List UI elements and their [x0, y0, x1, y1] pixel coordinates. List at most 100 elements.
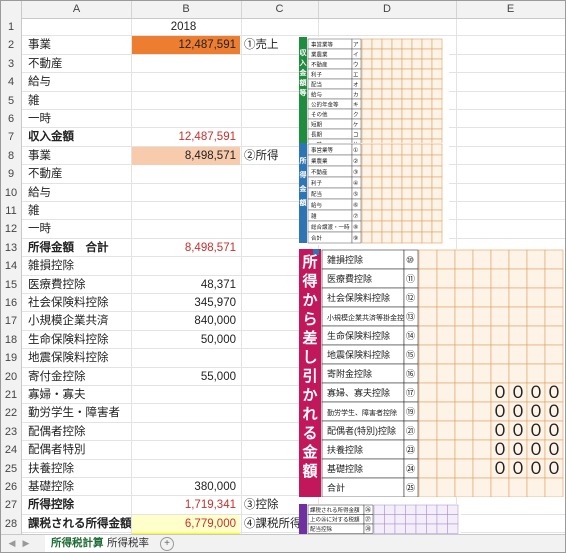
- cell-a[interactable]: 扶養控除: [22, 460, 136, 478]
- cell-a[interactable]: 課税される所得金額: [22, 515, 136, 533]
- cell-a[interactable]: 不動産: [22, 55, 136, 73]
- row-header[interactable]: 24: [1, 441, 22, 460]
- row-header[interactable]: 8: [1, 146, 22, 166]
- cell-b[interactable]: [131, 404, 240, 422]
- cell-a[interactable]: 医療費控除: [22, 276, 136, 294]
- row-header[interactable]: 14: [1, 257, 22, 276]
- cell-b[interactable]: [131, 165, 240, 183]
- cell-b[interactable]: [131, 349, 240, 367]
- cell-a[interactable]: 配偶者控除: [22, 423, 136, 441]
- row-header[interactable]: 27: [1, 496, 22, 515]
- cell-a[interactable]: 基礎控除: [22, 478, 136, 496]
- add-sheet-icon[interactable]: +: [160, 537, 174, 551]
- row-header[interactable]: 19: [1, 349, 22, 368]
- year-header[interactable]: 2018: [131, 18, 240, 36]
- row-header[interactable]: 10: [1, 183, 22, 202]
- form-digit-box: [418, 363, 438, 384]
- cell-b[interactable]: [131, 73, 240, 91]
- cell-c[interactable]: [241, 18, 320, 36]
- cell-a[interactable]: 給与: [22, 184, 136, 202]
- cell-a[interactable]: 不動産: [22, 165, 136, 183]
- cell-b[interactable]: [131, 423, 240, 441]
- cell-b[interactable]: [131, 92, 240, 110]
- column-header-c[interactable]: C: [241, 1, 319, 18]
- cell-a[interactable]: 所得控除: [22, 496, 136, 514]
- cell-b[interactable]: 380,000: [131, 478, 240, 496]
- row-header[interactable]: 21: [1, 386, 22, 405]
- cell-b[interactable]: 12,487,591: [131, 128, 240, 146]
- row-header[interactable]: 15: [1, 275, 22, 294]
- row-header[interactable]: 12: [1, 220, 22, 239]
- row-header[interactable]: 18: [1, 330, 22, 350]
- cell-a[interactable]: 収入金額: [22, 128, 136, 146]
- form-digit-box: [361, 220, 373, 233]
- cell-b[interactable]: [131, 386, 240, 404]
- cell-b[interactable]: 48,371: [131, 276, 240, 294]
- cell-b[interactable]: 55,000: [131, 368, 240, 386]
- column-header-a[interactable]: A: [22, 1, 132, 18]
- cell-a[interactable]: 小規模企業共済: [22, 312, 136, 330]
- cell-a[interactable]: 勤労学生・障害者: [22, 404, 136, 422]
- tab-prev-icon[interactable]: ◀: [7, 537, 17, 550]
- cell-a[interactable]: 地震保険料控除: [22, 349, 136, 367]
- row-header[interactable]: 1: [1, 18, 22, 37]
- row-header[interactable]: 2: [1, 36, 22, 55]
- cell-a[interactable]: 社会保険料控除: [22, 294, 136, 312]
- cell-b[interactable]: [131, 257, 240, 275]
- form-digit-box: [436, 306, 456, 327]
- row-header[interactable]: 16: [1, 294, 22, 313]
- cell-b[interactable]: 8,498,571: [131, 146, 240, 165]
- tab-shotokuzei-ritsu[interactable]: 所得税率: [101, 535, 155, 552]
- cell-b[interactable]: [131, 110, 240, 128]
- cell-a[interactable]: 生命保険料控除: [22, 331, 136, 349]
- cell-b[interactable]: [131, 184, 240, 202]
- cell-a[interactable]: 事業: [22, 36, 136, 54]
- cell-a[interactable]: 寄付金控除: [22, 368, 136, 386]
- cell-a[interactable]: 寡婦・寡夫: [22, 386, 136, 404]
- column-header-d[interactable]: D: [318, 1, 457, 18]
- row-header[interactable]: 25: [1, 459, 22, 478]
- row-header[interactable]: 5: [1, 91, 22, 110]
- row-header[interactable]: 28: [1, 514, 22, 534]
- cell-b[interactable]: 50,000: [131, 331, 240, 349]
- cell-a[interactable]: 雑: [22, 92, 136, 110]
- row-header[interactable]: 3: [1, 54, 22, 74]
- column-header-b[interactable]: B: [131, 1, 242, 18]
- column-header-e[interactable]: E: [456, 1, 565, 18]
- row-header[interactable]: 20: [1, 367, 22, 386]
- row-header[interactable]: 17: [1, 312, 22, 331]
- cell-a[interactable]: 雑: [22, 202, 136, 220]
- cell-a[interactable]: 一時: [22, 110, 136, 128]
- tab-next-icon[interactable]: ▶: [21, 537, 31, 550]
- cell-b[interactable]: 840,000: [131, 312, 240, 330]
- row-header[interactable]: 7: [1, 128, 22, 147]
- form-digit-box: [391, 165, 403, 178]
- row-header[interactable]: 23: [1, 422, 22, 442]
- row-header[interactable]: 6: [1, 110, 22, 129]
- cell-a[interactable]: 給与: [22, 73, 136, 91]
- cell-a[interactable]: 事業: [22, 147, 136, 165]
- row-header[interactable]: 13: [1, 238, 22, 258]
- cell-b[interactable]: 1,719,341: [131, 496, 240, 514]
- cell-b[interactable]: [131, 55, 240, 73]
- row-header[interactable]: 11: [1, 202, 22, 221]
- cell-b[interactable]: [131, 441, 240, 459]
- select-all-corner[interactable]: [1, 1, 22, 19]
- cell-a[interactable]: [22, 18, 136, 36]
- cell-b[interactable]: 12,487,591: [131, 36, 240, 55]
- tab-shotokuzei-keisan[interactable]: 所得税計算: [45, 535, 110, 552]
- row-header[interactable]: 26: [1, 478, 22, 497]
- cell-a[interactable]: 雑損控除: [22, 257, 136, 275]
- cell-a[interactable]: 配偶者特別: [22, 441, 136, 459]
- row-header[interactable]: 9: [1, 165, 22, 184]
- cell-a[interactable]: 所得金額 合計: [22, 239, 136, 257]
- cell-b[interactable]: 8,498,571: [131, 239, 240, 257]
- row-header[interactable]: 22: [1, 404, 22, 423]
- cell-b[interactable]: [131, 460, 240, 478]
- cell-b[interactable]: [131, 220, 240, 238]
- cell-a[interactable]: 一時: [22, 220, 136, 238]
- cell-b[interactable]: 6,779,000: [131, 514, 240, 533]
- row-header[interactable]: 4: [1, 73, 22, 92]
- cell-b[interactable]: [131, 202, 240, 220]
- cell-b[interactable]: 345,970: [131, 294, 240, 312]
